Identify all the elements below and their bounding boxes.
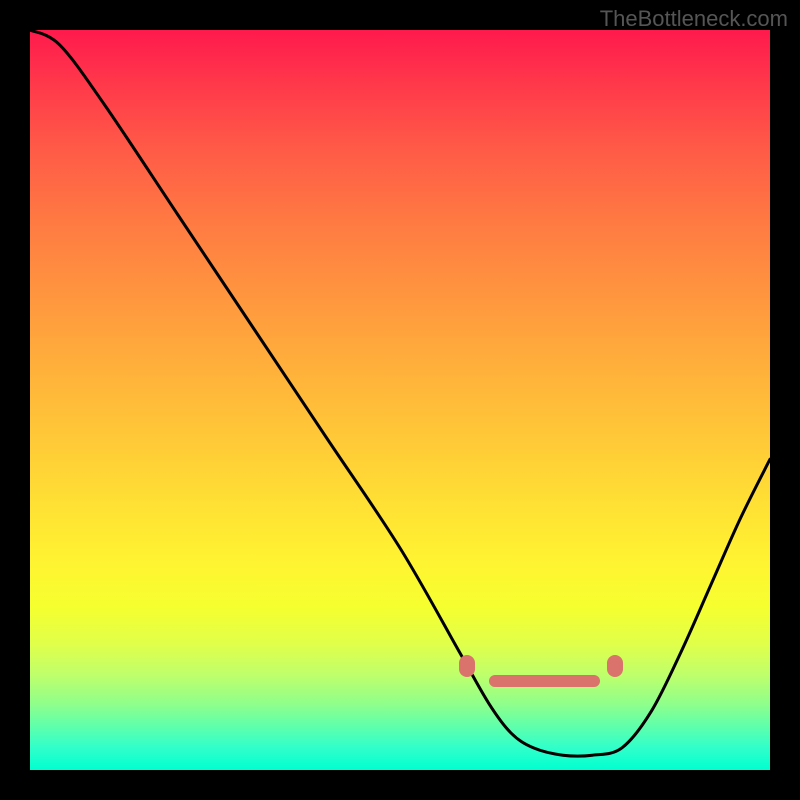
- chart-marker-left: [459, 655, 475, 677]
- chart-highlight-segment: [489, 675, 600, 687]
- chart-curve: [30, 30, 770, 756]
- chart-marker-right: [607, 655, 623, 677]
- chart-curve-svg: [30, 30, 770, 770]
- watermark-text: TheBottleneck.com: [600, 6, 788, 32]
- chart-container: [30, 30, 770, 770]
